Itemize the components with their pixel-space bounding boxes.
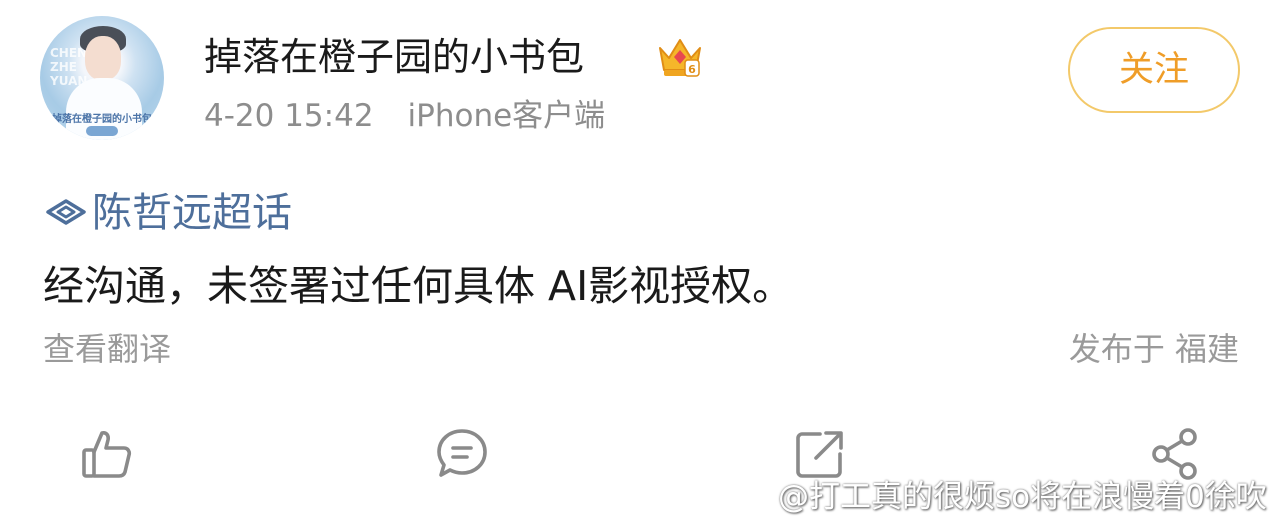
share-icon [1152, 428, 1197, 480]
avatar-banner-badge [86, 126, 118, 136]
like-button[interactable] [78, 426, 134, 482]
super-topic-link[interactable]: 陈哲远超话 [44, 189, 292, 237]
post-timestamp: 4-20 15:42 [204, 98, 374, 134]
repost-button[interactable] [792, 426, 848, 482]
username[interactable]: 掉落在橙子园的小书包 [204, 33, 584, 81]
post-content: 经沟通，未签署过任何具体 AI影视授权。 [43, 262, 794, 310]
post-location: 发布于 福建 [1068, 330, 1239, 368]
crown-badge-icon: 6 [659, 39, 701, 77]
comment-button[interactable] [434, 426, 490, 482]
translate-link[interactable]: 查看翻译 [43, 328, 171, 370]
avatar[interactable]: CHEN ZHE YUAN 掉落在橙子园的小书包 [40, 16, 164, 140]
repost-icon [796, 431, 843, 478]
post-meta: 4-20 15:42 iPhone客户端 [204, 96, 605, 136]
weibo-logo-icon [735, 484, 772, 512]
watermark-text: @打工真的很烦so将在浪慢着0徐吹 [778, 479, 1267, 515]
super-topic-label: 陈哲远超话 [92, 190, 292, 236]
post-source: iPhone客户端 [407, 98, 606, 134]
weibo-watermark: @打工真的很烦so将在浪慢着0徐吹 [734, 477, 1267, 517]
share-button[interactable] [1148, 426, 1204, 482]
avatar-banner-text: 掉落在橙子园的小书包 [52, 114, 152, 125]
avatar-side-text: CHEN ZHE YUAN [50, 46, 88, 88]
svg-text:6: 6 [688, 63, 696, 76]
follow-button[interactable]: 关注 [1068, 27, 1240, 113]
comment-icon [437, 429, 487, 477]
avatar-face [85, 36, 121, 80]
super-topic-diamond-icon [46, 199, 86, 225]
thumbs-up-icon [82, 431, 132, 478]
